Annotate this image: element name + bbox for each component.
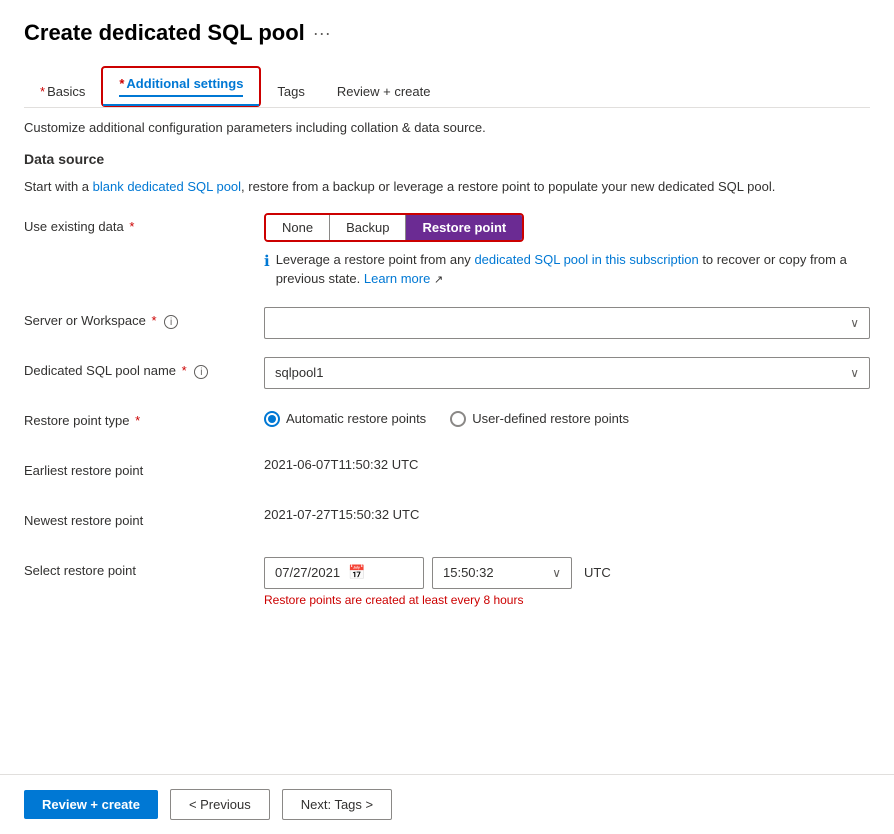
server-info-icon[interactable]: i	[164, 315, 178, 329]
use-existing-data-row: Use existing data * None Backup Restore …	[24, 213, 870, 289]
sql-pool-name-dropdown[interactable]: sqlpool1 ∨	[264, 357, 870, 389]
restore-point-type-row: Restore point type * Automatic restore p…	[24, 407, 870, 439]
earliest-restore-label: Earliest restore point	[24, 457, 264, 478]
radio-automatic-circle	[264, 411, 280, 427]
time-dropdown-arrow-icon: ∨	[552, 566, 561, 580]
earliest-restore-control: 2021-06-07T11:50:32 UTC	[264, 457, 870, 472]
toggle-none-button[interactable]: None	[266, 215, 330, 240]
next-button[interactable]: Next: Tags >	[282, 789, 392, 820]
newest-restore-value: 2021-07-27T15:50:32 UTC	[264, 501, 419, 522]
page-description: Customize additional configuration param…	[24, 120, 870, 135]
toggle-restore-button[interactable]: Restore point	[406, 215, 522, 240]
datasource-description: Start with a blank dedicated SQL pool, r…	[24, 177, 870, 197]
radio-user-defined-label: User-defined restore points	[472, 411, 629, 426]
earliest-restore-row: Earliest restore point 2021-06-07T11:50:…	[24, 457, 870, 489]
calendar-icon: 📅	[348, 564, 365, 581]
restore-date-input[interactable]: 07/27/2021 📅	[264, 557, 424, 589]
sql-pool-name-control: sqlpool1 ∨	[264, 357, 870, 389]
sql-pool-name-value: sqlpool1	[275, 365, 323, 380]
ellipsis-menu-icon[interactable]: ···	[313, 23, 331, 44]
server-workspace-row: Server or Workspace * i ∨	[24, 307, 870, 339]
review-create-button[interactable]: Review + create	[24, 790, 158, 819]
pool-dropdown-arrow-icon: ∨	[850, 366, 859, 380]
server-dropdown-arrow-icon: ∨	[850, 316, 859, 330]
footer: Review + create < Previous Next: Tags >	[0, 774, 894, 834]
learn-more-link[interactable]: Learn more	[364, 271, 430, 286]
sql-pool-name-label: Dedicated SQL pool name * i	[24, 357, 264, 380]
page-title: Create dedicated SQL pool	[24, 20, 305, 46]
blank-pool-link[interactable]: blank dedicated SQL pool	[93, 179, 241, 194]
tab-tags[interactable]: Tags	[261, 76, 320, 107]
restore-hint-text: Restore points are created at least ever…	[264, 593, 870, 607]
info-icon: ℹ	[264, 251, 270, 274]
subscription-pool-link[interactable]: dedicated SQL pool in this subscription	[474, 252, 698, 267]
section-title-data-source: Data source	[24, 151, 870, 167]
newest-restore-label: Newest restore point	[24, 507, 264, 528]
earliest-restore-value: 2021-06-07T11:50:32 UTC	[264, 451, 418, 472]
use-existing-label: Use existing data *	[24, 213, 264, 234]
restore-date-value: 07/27/2021	[275, 565, 340, 580]
server-workspace-control: ∨	[264, 307, 870, 339]
pool-name-info-icon[interactable]: i	[194, 365, 208, 379]
use-existing-control: None Backup Restore point ℹ Leverage a r…	[264, 213, 870, 289]
restore-point-type-control: Automatic restore points User-defined re…	[264, 407, 870, 427]
select-restore-control: 07/27/2021 📅 15:50:32 ∨ UTC Restore poin…	[264, 557, 870, 607]
tabs-bar: *Basics *Additional settings Tags Review…	[24, 66, 870, 108]
newest-restore-row: Newest restore point 2021-07-27T15:50:32…	[24, 507, 870, 539]
restore-time-dropdown[interactable]: 15:50:32 ∨	[432, 557, 572, 589]
data-source-toggle-group: None Backup Restore point	[264, 213, 524, 242]
radio-user-defined[interactable]: User-defined restore points	[450, 411, 629, 427]
restore-type-radio-group: Automatic restore points User-defined re…	[264, 407, 870, 427]
select-restore-row: Select restore point 07/27/2021 📅 15:50:…	[24, 557, 870, 607]
restore-time-value: 15:50:32	[443, 565, 494, 580]
tab-basics[interactable]: *Basics	[24, 76, 101, 107]
restore-point-date-time-row: 07/27/2021 📅 15:50:32 ∨ UTC	[264, 557, 870, 589]
tab-additional-settings[interactable]: *Additional settings	[101, 66, 261, 107]
radio-automatic[interactable]: Automatic restore points	[264, 411, 426, 427]
sql-pool-name-row: Dedicated SQL pool name * i sqlpool1 ∨	[24, 357, 870, 389]
tab-review-create[interactable]: Review + create	[321, 76, 447, 107]
restore-info-box: ℹ Leverage a restore point from any dedi…	[264, 250, 870, 289]
select-restore-label: Select restore point	[24, 557, 264, 578]
newest-restore-control: 2021-07-27T15:50:32 UTC	[264, 507, 870, 522]
radio-user-defined-circle	[450, 411, 466, 427]
radio-automatic-label: Automatic restore points	[286, 411, 426, 426]
server-workspace-dropdown[interactable]: ∨	[264, 307, 870, 339]
toggle-backup-button[interactable]: Backup	[330, 215, 406, 240]
utc-label: UTC	[584, 565, 611, 580]
previous-button[interactable]: < Previous	[170, 789, 270, 820]
restore-point-type-label: Restore point type *	[24, 407, 264, 428]
server-workspace-label: Server or Workspace * i	[24, 307, 264, 330]
